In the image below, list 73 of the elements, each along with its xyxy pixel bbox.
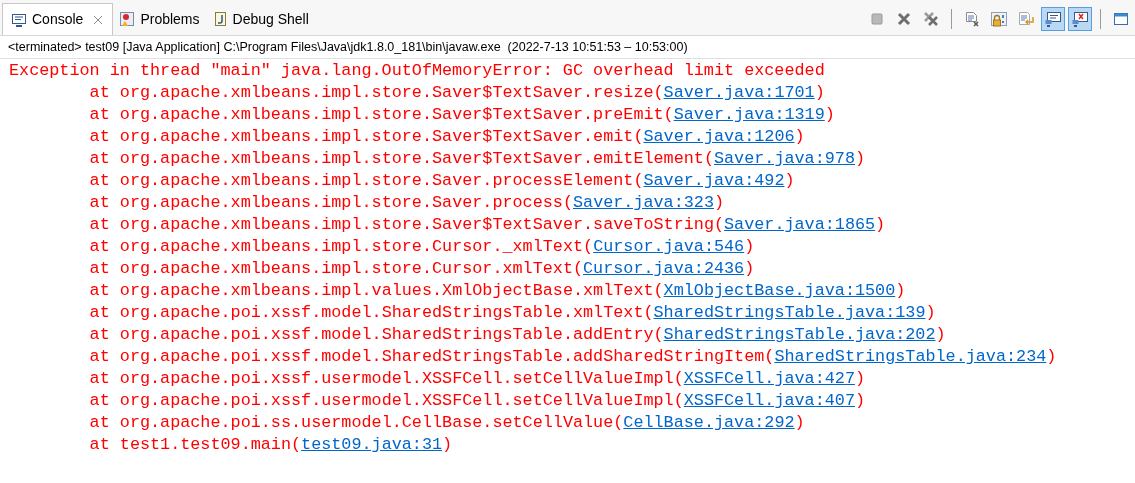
source-link[interactable]: XmlObjectBase.java:1500	[663, 280, 896, 302]
closing-paren: )	[744, 258, 755, 280]
launch-status: <terminated> test09 [Java Application] C:\Program Files\Java\jdk1.8.0_181\bin\javaw.exe (2022-7-13 10:51:53 – 10:53:00)	[8, 38, 688, 56]
source-link[interactable]: test09.java:31	[301, 434, 443, 456]
double-x-icon	[923, 11, 939, 27]
closing-paren: )	[824, 104, 835, 126]
stack-frame: at org.apache.xmlbeans.impl.store.Saver.process(	[89, 192, 573, 214]
document-x-icon	[964, 11, 980, 27]
source-link[interactable]: Saver.java:323	[573, 192, 714, 214]
document-arrow-icon	[1018, 11, 1034, 27]
source-link[interactable]: Saver.java:1206	[643, 126, 795, 148]
closing-paren: )	[854, 368, 866, 390]
warning-list-icon	[119, 11, 136, 27]
closing-paren: )	[794, 126, 805, 148]
closing-paren: )	[935, 324, 946, 346]
stack-frame: at test1.test09.main(	[89, 434, 302, 456]
source-link[interactable]: SharedStringsTable.java:202	[663, 324, 936, 346]
source-link[interactable]: XSSFCell.java:407	[683, 390, 855, 412]
view-tab[interactable]: Problems	[113, 3, 206, 35]
stack-frame: at org.apache.xmlbeans.impl.store.Saver$TextSaver.resize(	[89, 82, 664, 104]
stack-frame: at org.apache.xmlbeans.impl.store.Saver$TextSaver.emit(	[89, 126, 644, 148]
stack-frame: at org.apache.poi.xssf.model.SharedStringsTable.addEntry(	[89, 324, 664, 346]
stop-icon	[869, 11, 885, 27]
source-link[interactable]: XSSFCell.java:427	[683, 368, 855, 390]
source-link[interactable]: Saver.java:1865	[724, 214, 876, 236]
source-link[interactable]: Saver.java:1319	[673, 104, 825, 126]
source-link[interactable]: Saver.java:1701	[663, 82, 815, 104]
stack-frame: at org.apache.poi.ss.usermodel.CellBase.setCellValue(	[89, 412, 624, 434]
closing-paren: )	[854, 148, 866, 170]
padlock-icon	[991, 11, 1007, 27]
stack-frame: at org.apache.xmlbeans.impl.store.Cursor._xmlText(	[89, 236, 594, 258]
tab-label: Console	[32, 10, 84, 29]
closing-paren: )	[1046, 346, 1057, 368]
toolbar-button[interactable]	[1041, 7, 1065, 31]
closing-paren: )	[794, 412, 805, 434]
stack-frame: at org.apache.poi.xssf.usermodel.XSSFCell.setCellValueImpl(	[89, 368, 684, 390]
stack-frame: at org.apache.xmlbeans.impl.store.Saver$TextSaver.preEmit(	[89, 104, 674, 126]
error-message: Exception in thread "main" java.lang.OutOfMemoryError: GC overhead limit exceeded	[9, 60, 825, 82]
stack-frame: at org.apache.xmlbeans.impl.store.Saver$TextSaver.emitElement(	[89, 148, 714, 170]
view-tab[interactable]: Debug Shell	[205, 3, 315, 35]
stack-frame: at org.apache.xmlbeans.impl.store.Saver.processElement(	[89, 170, 644, 192]
closing-paren: )	[784, 170, 795, 192]
monitor-x-icon	[1072, 11, 1088, 27]
closing-paren: )	[925, 302, 936, 324]
source-link[interactable]: SharedStringsTable.java:139	[653, 302, 926, 324]
closing-paren: )	[854, 390, 866, 412]
monitor-icon	[1045, 11, 1061, 27]
stack-frame: at org.apache.xmlbeans.impl.store.Cursor.xmlText(	[89, 258, 584, 280]
stack-frame: at org.apache.poi.xssf.usermodel.XSSFCell.setCellValueImpl(	[89, 390, 684, 412]
stack-frame: at org.apache.poi.xssf.model.SharedStringsTable.xmlText(	[89, 302, 654, 324]
source-link[interactable]: Saver.java:492	[643, 170, 785, 192]
source-link[interactable]: Saver.java:978	[713, 148, 855, 170]
source-link[interactable]: SharedStringsTable.java:234	[774, 346, 1047, 368]
view-tab[interactable]: Console	[2, 3, 114, 35]
source-link[interactable]: Cursor.java:2436	[583, 258, 745, 280]
closing-paren: )	[442, 434, 453, 456]
window-icon	[1113, 11, 1129, 27]
closing-paren: )	[875, 214, 886, 236]
monitor-icon	[11, 11, 27, 28]
closing-paren: )	[744, 236, 755, 258]
closing-paren: )	[714, 192, 725, 214]
source-link[interactable]: Cursor.java:546	[593, 236, 745, 258]
closing-paren: )	[895, 280, 906, 302]
stack-frame: at org.apache.xmlbeans.impl.values.XmlObjectBase.xmlText(	[89, 280, 664, 302]
source-link[interactable]: CellBase.java:292	[623, 412, 795, 434]
stack-frame: at org.apache.xmlbeans.impl.store.Saver$TextSaver.saveToString(	[89, 214, 725, 236]
tab-label: Problems	[140, 9, 200, 29]
close-icon[interactable]	[92, 13, 105, 26]
tab-label: Debug Shell	[232, 9, 309, 29]
close-icon	[896, 11, 912, 27]
toolbar-button[interactable]	[1068, 7, 1092, 31]
closing-paren: )	[814, 82, 825, 104]
stack-frame: at org.apache.poi.xssf.model.SharedStringsTable.addSharedStringItem(	[89, 346, 775, 368]
